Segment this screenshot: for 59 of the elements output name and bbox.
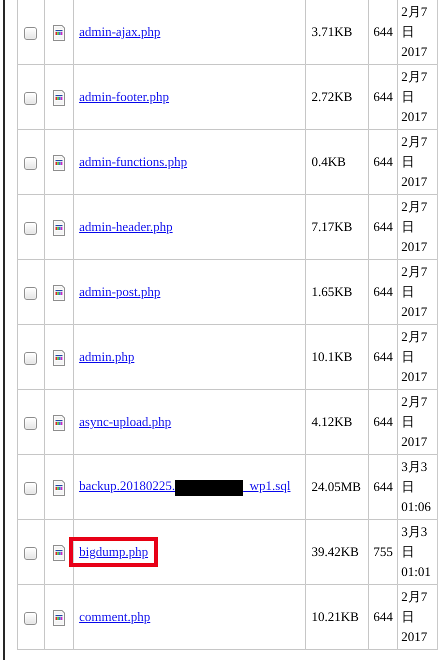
file-size: 10.1KB xyxy=(311,349,352,364)
file-link[interactable]: admin-post.php xyxy=(79,284,160,300)
file-permissions: 644 xyxy=(373,479,393,494)
checkbox[interactable] xyxy=(24,416,38,430)
modified-date: 2月7日 2017 xyxy=(401,133,428,191)
file-size: 39.42KB xyxy=(311,544,359,559)
file-icon xyxy=(52,284,65,300)
modified-date: 2月7日 2017 xyxy=(401,263,428,321)
file-link[interactable]: admin-header.php xyxy=(79,219,173,235)
file-permissions: 644 xyxy=(373,24,393,39)
file-link[interactable]: admin-functions.php xyxy=(79,154,188,170)
file-permissions: 644 xyxy=(373,219,393,234)
file-permissions: 644 xyxy=(373,414,393,429)
file-size: 2.72KB xyxy=(311,89,352,104)
file-permissions: 644 xyxy=(373,609,393,624)
file-icon xyxy=(52,610,65,626)
file-link[interactable]: async-upload.php xyxy=(79,414,172,430)
checkbox[interactable] xyxy=(24,156,38,170)
checkbox[interactable] xyxy=(24,482,38,495)
checkbox[interactable] xyxy=(24,546,38,560)
file-size: 0.4KB xyxy=(311,154,346,169)
modified-date: 2月7日 2017 xyxy=(401,588,428,646)
checkbox[interactable] xyxy=(24,26,38,40)
modified-date: 2月7日 2017 xyxy=(401,328,428,386)
file-link[interactable]: admin.php xyxy=(79,349,134,365)
file-link[interactable]: comment.php xyxy=(79,609,150,625)
file-permissions: 755 xyxy=(373,544,393,559)
file-size: 3.71KB xyxy=(311,24,352,39)
file-permissions: 644 xyxy=(373,89,393,104)
file-link[interactable]: bigdump.php xyxy=(79,544,148,560)
file-size: 1.65KB xyxy=(311,284,352,299)
checkbox[interactable] xyxy=(24,286,38,300)
file-icon xyxy=(52,544,65,560)
modified-date: 2月7日 2017 xyxy=(401,68,428,126)
file-permissions: 644 xyxy=(373,284,393,299)
checkbox[interactable] xyxy=(24,612,38,625)
file-icon xyxy=(52,24,65,40)
file-permissions: 644 xyxy=(373,154,393,169)
checkbox[interactable] xyxy=(24,92,38,105)
file-link[interactable]: admin-footer.php xyxy=(79,89,170,105)
checkbox[interactable] xyxy=(24,222,38,235)
file-size: 10.21KB xyxy=(311,609,359,624)
file-link[interactable]: admin-ajax.php xyxy=(79,24,160,40)
file-size: 4.12KB xyxy=(311,414,352,429)
file-size: 7.17KB xyxy=(311,219,352,234)
file-icon xyxy=(52,220,65,236)
file-icon xyxy=(52,154,65,170)
modified-date: 2月7日 2017 xyxy=(401,3,428,61)
modified-date: 3月3日 01:06 xyxy=(401,458,432,516)
modified-date: 3月3日 01:01 xyxy=(401,523,432,581)
file-icon xyxy=(52,414,65,430)
file-permissions: 644 xyxy=(373,349,393,364)
modified-date: 2月7日 2017 xyxy=(401,198,428,256)
file-icon xyxy=(52,480,65,496)
file-icon xyxy=(52,350,65,366)
file-icon xyxy=(52,90,65,106)
file-size: 24.05MB xyxy=(311,479,361,494)
modified-date: 2月7日 2017 xyxy=(401,393,428,451)
checkbox[interactable] xyxy=(24,352,38,365)
